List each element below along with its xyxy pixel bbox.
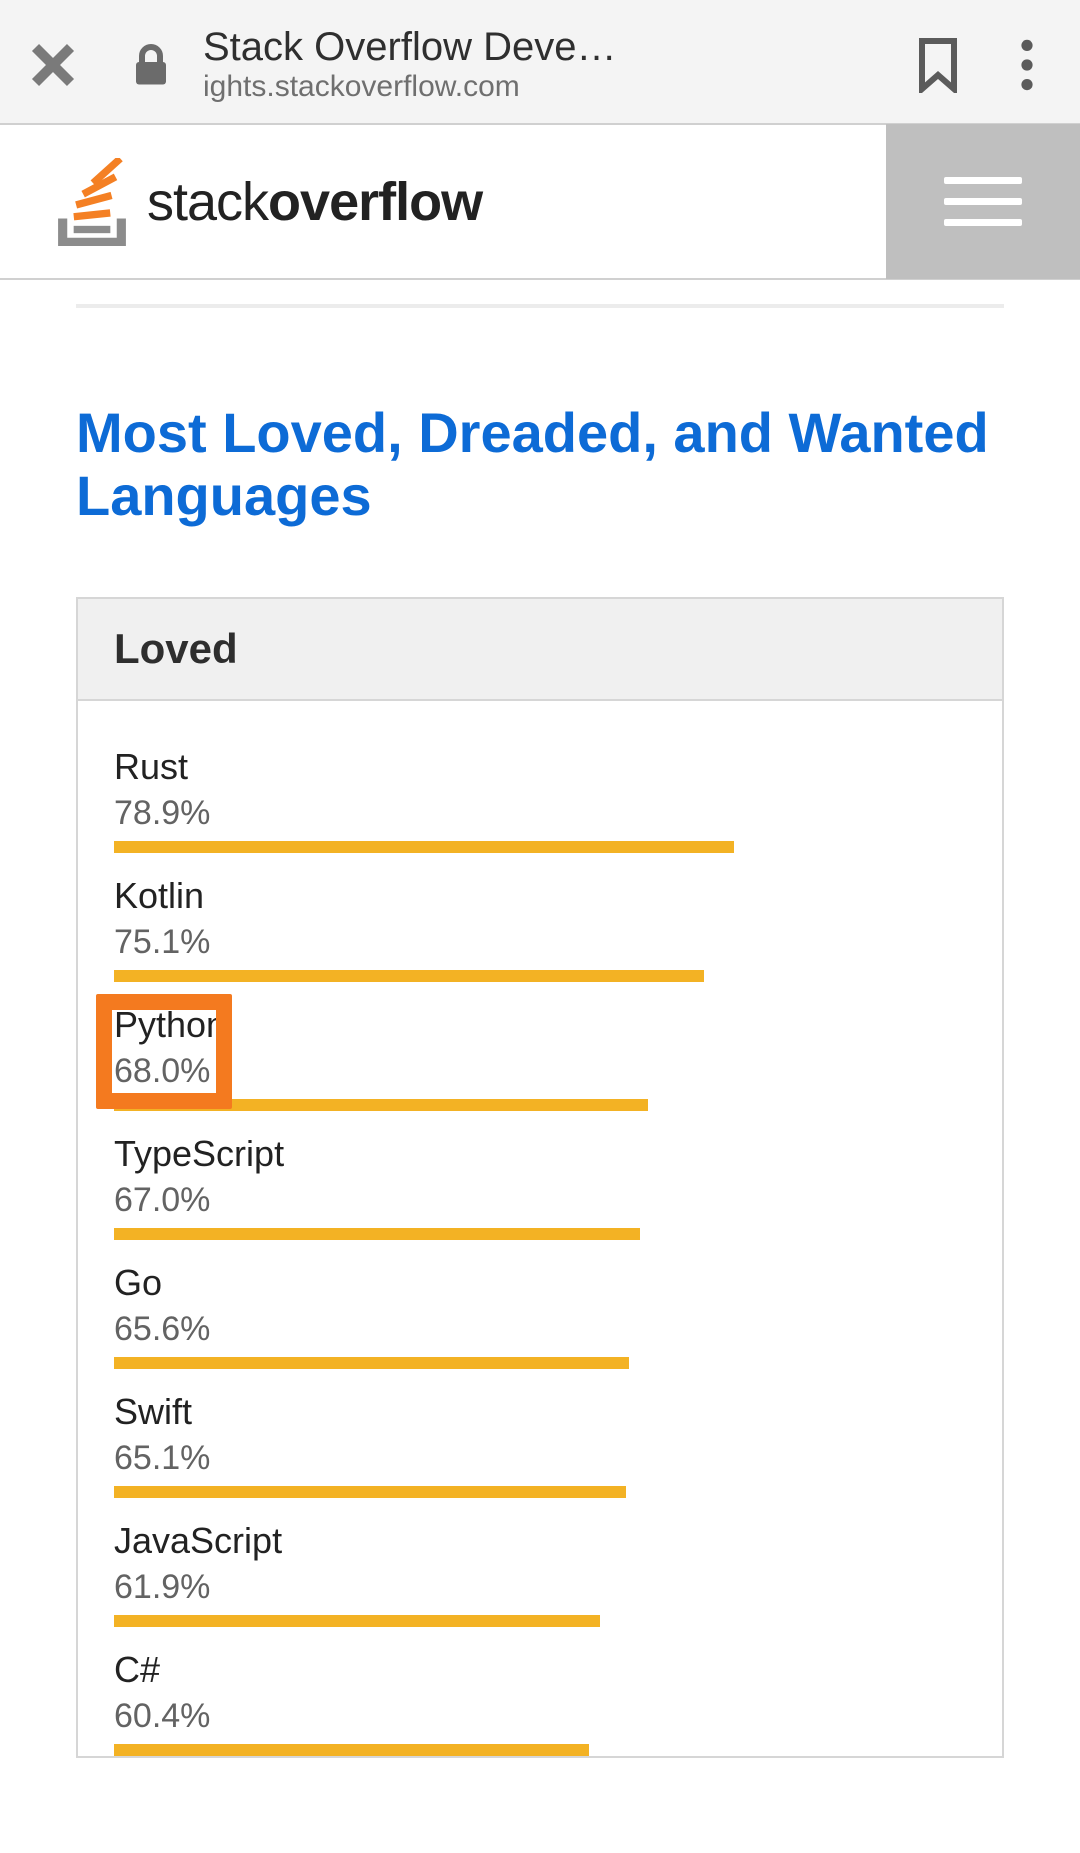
chart-row-label: Kotlin [114, 875, 966, 917]
chart-row-value: 78.9% [114, 794, 966, 833]
divider [76, 304, 1004, 308]
chart-row-label: Python [114, 1004, 966, 1046]
site-header: stackoverflow [0, 125, 1080, 280]
chart-row-label: Rust [114, 746, 966, 788]
chart-row-bar [114, 1615, 600, 1627]
chart-row-value: 60.4% [114, 1697, 966, 1736]
chart-row: Go 65.6% [78, 1262, 1002, 1369]
chart-row-label: Swift [114, 1391, 966, 1433]
chart-row-label: Go [114, 1262, 966, 1304]
chart-card: Loved Rust 78.9% Kotlin 75.1% Python 68.0% Typ… [76, 597, 1004, 1758]
chart-row: Rust 78.9% [78, 746, 1002, 853]
url-fragment: ights.stackoverflow.com [203, 70, 884, 104]
kebab-menu-icon[interactable] [1002, 37, 1052, 93]
lock-icon [133, 43, 169, 87]
section-title: Most Loved, Dreaded, and Wanted Language… [76, 402, 1004, 527]
chart-row-bar [114, 1357, 629, 1369]
chart-row: TypeScript 67.0% [78, 1133, 1002, 1240]
chart-row: Swift 65.1% [78, 1391, 1002, 1498]
page-title-text: Stack Overflow Develop… [203, 25, 623, 70]
chart-row-value: 75.1% [114, 923, 966, 962]
close-icon[interactable] [28, 40, 78, 90]
chart-row-value: 65.6% [114, 1310, 966, 1349]
browser-bar: Stack Overflow Develop… ights.stackoverf… [0, 0, 1080, 125]
chart-row: JavaScript 61.9% [78, 1520, 1002, 1627]
stackoverflow-logo-icon [55, 158, 129, 246]
chart-bars: Rust 78.9% Kotlin 75.1% Python 68.0% TypeScrip… [78, 701, 1002, 1756]
chart-tab-header[interactable]: Loved [78, 599, 1002, 701]
chart-row-bar [114, 1486, 626, 1498]
hamburger-menu-button[interactable] [886, 124, 1080, 279]
chart-row-value: 61.9% [114, 1568, 966, 1607]
logo-text-prefix: stack [147, 172, 268, 232]
highlight-annotation [96, 994, 232, 1109]
site-logo[interactable]: stackoverflow [0, 158, 482, 246]
chart-row-value: 65.1% [114, 1439, 966, 1478]
chart-row-bar [114, 970, 704, 982]
chart-row-label: JavaScript [114, 1520, 966, 1562]
chart-row-bar [114, 1228, 640, 1240]
bookmark-icon[interactable] [914, 37, 962, 93]
chart-row-label: C# [114, 1649, 966, 1691]
logo-text: stackoverflow [147, 171, 482, 233]
chart-row-value: 68.0% [114, 1052, 966, 1091]
chart-row-label: TypeScript [114, 1133, 966, 1175]
chart-row-bar [114, 1744, 589, 1756]
page-content: Most Loved, Dreaded, and Wanted Language… [0, 304, 1080, 1758]
url-title-zone[interactable]: Stack Overflow Develop… ights.stackoverf… [203, 25, 884, 104]
chart-row-bar [114, 841, 734, 853]
chart-row: Kotlin 75.1% [78, 875, 1002, 982]
logo-text-bold: overflow [268, 172, 482, 232]
chart-tab-label: Loved [114, 625, 966, 673]
chart-row: C# 60.4% [78, 1649, 1002, 1756]
chart-row-value: 67.0% [114, 1181, 966, 1220]
